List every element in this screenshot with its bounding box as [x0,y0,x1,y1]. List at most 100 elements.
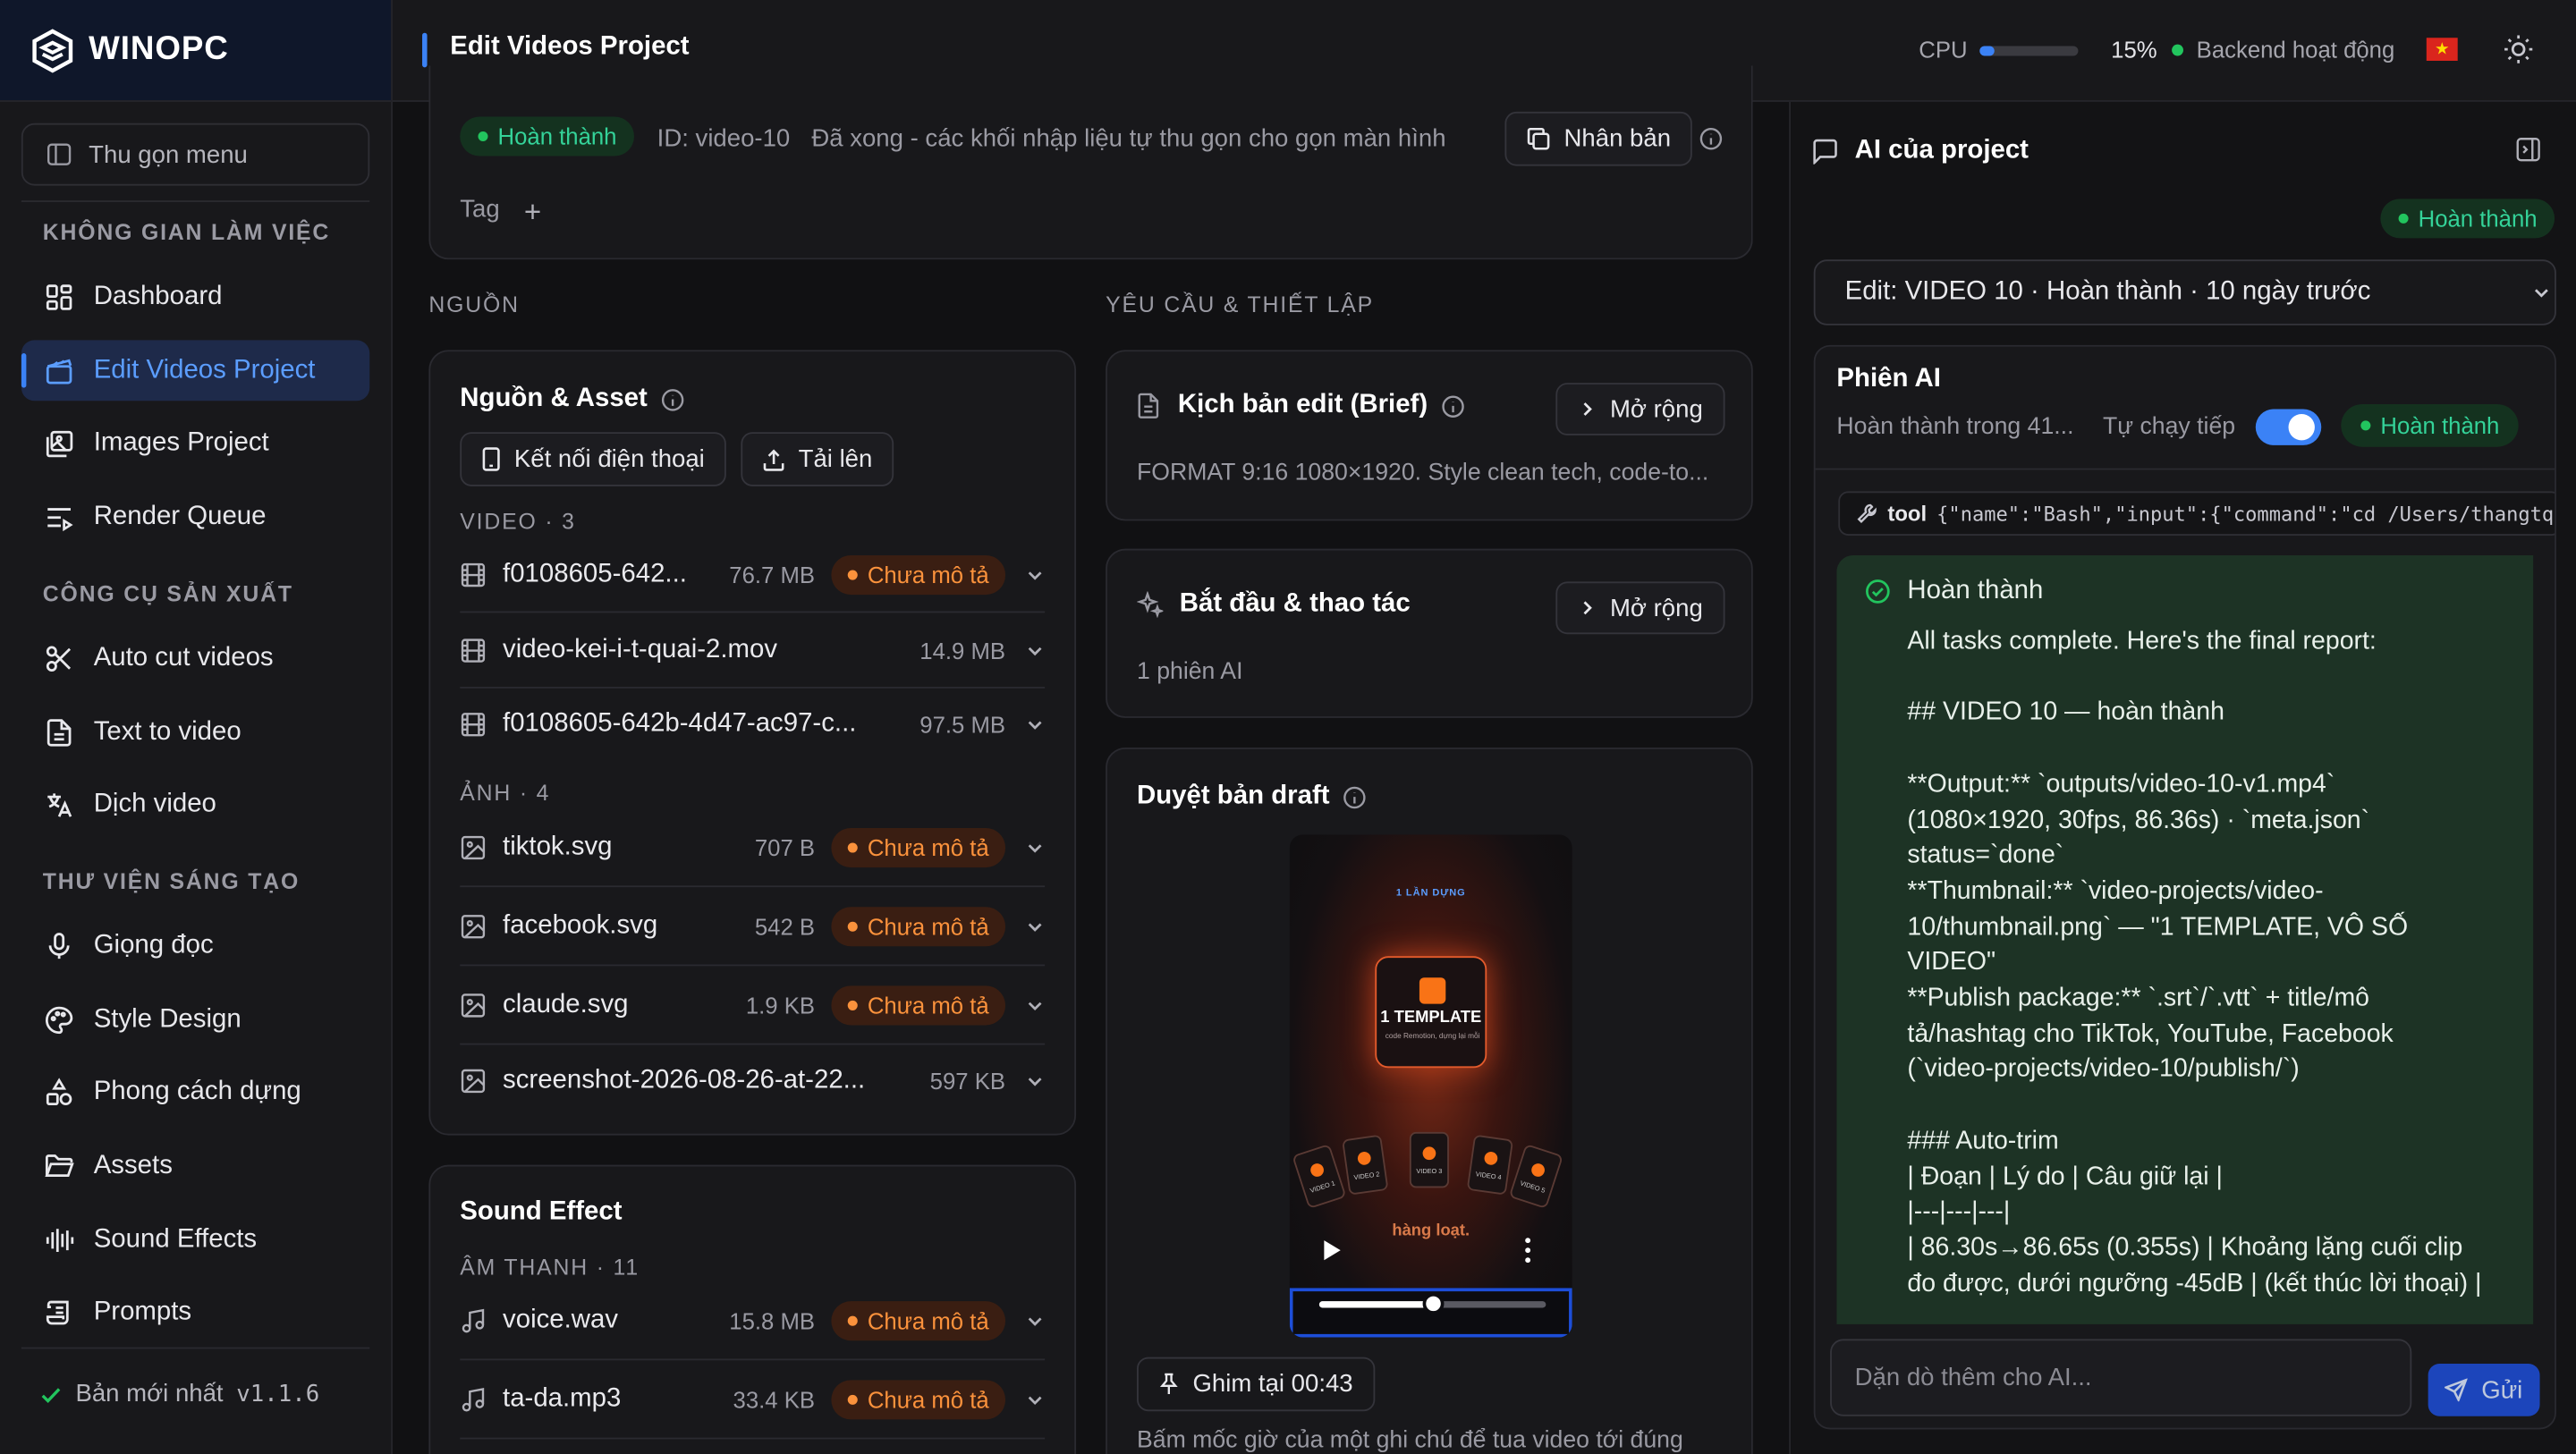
list-item[interactable]: video-kei-i-t-quai-2.mov 14.9 MB [460,613,1046,689]
play-icon[interactable] [1323,1238,1343,1262]
status-dot [478,131,488,142]
video-card-dot [1309,1162,1326,1179]
draft-review-card: Duyệt bản draft 1 LẦN DỰNG 1 TEMPLATE co… [1106,747,1753,1454]
film-icon [460,561,486,587]
image-icon [460,913,486,939]
info-icon[interactable] [1441,393,1466,418]
image-count-label: ẢNH · 4 [460,780,551,806]
list-item[interactable]: tiktok.svg 707 B Chưa mô tả [460,808,1046,888]
report-line: | 86.30s→86.65s (0.355s) | Khoảng lặng c… [1907,1233,2463,1262]
sidebar-collapse-icon [46,141,72,167]
sidebar-item-auto-cut[interactable]: Auto cut videos [21,628,369,689]
expand-brief-button[interactable]: Mở rộng [1555,383,1724,435]
file-name: tiktok.svg [503,832,613,860]
start-title-text: Bắt đầu & thao tác [1179,589,1411,618]
more-vertical-icon[interactable] [1524,1237,1531,1264]
list-item[interactable]: facebook.svg 542 B Chưa mô tả [460,887,1046,967]
version-number: v1.1.6 [236,1381,320,1408]
sidebar-item-text-to-video[interactable]: Text to video [21,702,369,763]
pin-timestamp-button[interactable]: Ghim tại 00:43 [1136,1357,1375,1412]
autorun-label: Tự chạy tiếp [2102,413,2236,441]
report-line: All tasks complete. Here's the final rep… [1907,627,2377,656]
list-item[interactable]: f0108605-642... 76.7 MB Chưa mô tả [460,537,1046,613]
expand-start-button[interactable]: Mở rộng [1555,581,1724,635]
brief-title-text: Kịch bản edit (Brief) [1177,391,1428,419]
list-item[interactable]: screenshot-2026-08-26-at-22... 597 KB [460,1045,1045,1118]
tool-call-row[interactable]: tool {"name":"Bash","input":{"command":"… [1838,491,2555,536]
sidebar-item-edit-videos[interactable]: Edit Videos Project [21,340,370,402]
chevron-down-icon[interactable] [1025,916,1045,935]
ai-session-count: 1 phiên AI [1136,658,1243,686]
file-size: 542 B [754,912,816,940]
connect-phone-button[interactable]: Kết nối điện thoại [460,432,726,486]
chevron-down-icon[interactable] [1025,564,1045,584]
info-icon[interactable] [1699,126,1724,151]
sources-title-text: Nguồn & Asset [460,384,648,413]
input-placeholder: Dặn dò thêm cho AI... [1854,1363,2092,1392]
version-label: Bản mới nhất [75,1380,224,1408]
add-tag-icon[interactable]: + [524,196,541,231]
session-select[interactable]: Edit: VIDEO 10 · Hoàn thành · 10 ngày tr… [1813,259,2556,325]
panel-close-icon[interactable] [2515,136,2541,162]
sidebar-item-images[interactable]: Images Project [21,412,369,473]
chevron-down-icon[interactable] [1025,1071,1045,1091]
autorun-toggle[interactable] [2255,409,2322,445]
chevron-down-icon[interactable] [1025,1310,1045,1330]
list-play-icon [45,502,74,531]
list-item[interactable]: f0108605-642b-4d47-ac97-c... 97.5 MB [460,687,1045,763]
sound-count-label: ÂM THANH · 11 [460,1255,640,1281]
sidebar-item-prompts[interactable]: Prompts [21,1281,369,1342]
info-icon[interactable] [1343,784,1368,809]
sidebar-item-sound-effects[interactable]: Sound Effects [21,1209,369,1270]
video-player[interactable]: 1 LẦN DỰNG 1 TEMPLATE code Remotion, dựn… [1289,834,1572,1338]
language-flag-icon[interactable]: ★ [2426,38,2458,61]
sun-icon[interactable] [2502,33,2535,66]
chevron-down-icon[interactable] [1025,714,1045,734]
project-header-card: Hoàn thành ID: video-10 Đã xong - các kh… [428,65,1753,260]
chevron-down-icon[interactable] [1025,1389,1045,1408]
seek-track[interactable] [1318,1292,1546,1315]
info-icon[interactable] [660,387,685,412]
connect-phone-label: Kết nối điện thoại [513,444,705,474]
sidebar-item-translate[interactable]: Dịch video [21,773,369,834]
duplicate-button[interactable]: Nhân bản [1504,111,1692,166]
sidebar-item-edit-styles[interactable]: Phong cách dựng [21,1061,369,1122]
sidebar-item-voices[interactable]: Giọng đọc [21,915,369,976]
seek-handle[interactable] [1422,1292,1445,1315]
sidebar-item-label: Images Project [93,427,269,456]
sidebar-item-style-design[interactable]: Style Design [21,989,369,1050]
sidebar-item-label: Text to video [93,716,242,746]
sidebar-item-render-queue[interactable]: Render Queue [21,486,369,547]
list-item[interactable]: claude.svg 1.9 KB Chưa mô tả [460,966,1046,1045]
copy-icon [1526,126,1551,151]
grid-icon [45,282,74,311]
file-size: 33.4 KB [733,1385,816,1413]
upload-button[interactable]: Tải lên [741,432,894,486]
draft-title-text: Duyệt bản draft [1136,782,1330,810]
undescribed-badge: Chưa mô tả [831,1300,1006,1340]
chevron-down-icon[interactable] [1025,994,1045,1014]
chevron-down-icon[interactable] [1025,837,1045,857]
chevron-down-icon[interactable] [1025,640,1045,660]
send-button[interactable]: Gửi [2428,1363,2540,1416]
file-name: facebook.svg [503,910,658,940]
sidebar-item-label: Dịch video [93,789,216,818]
session-status-badge: Hoàn thành [2341,403,2520,447]
video-main-text: 1 TEMPLATE [1380,1009,1482,1027]
list-item[interactable]: ta-da.mp3 33.4 KB Chưa mô tả [460,1360,1046,1440]
file-name: f0108605-642... [503,559,687,588]
audio-lines-icon [45,1225,74,1255]
ai-message-input[interactable]: Dặn dò thêm cho AI... [1830,1339,2412,1416]
sidebar-item-assets[interactable]: Assets [21,1136,369,1196]
collapse-menu-button[interactable]: Thu gọn menu [21,123,370,186]
logo[interactable]: WINOPC [0,0,392,102]
sidebar-item-dashboard[interactable]: Dashboard [21,266,369,327]
video-timeline[interactable] [1289,1288,1572,1338]
video-thumb-card: VIDEO 2 [1342,1134,1389,1196]
report-line [1907,731,2481,767]
file-size: 707 B [754,833,816,860]
list-item[interactable]: voice.wav 15.8 MB Chưa mô tả [460,1281,1046,1361]
video-count-label: VIDEO · 3 [460,509,576,535]
backend-status-text: Backend hoạt động [2196,36,2395,63]
file-icon [1137,393,1160,418]
